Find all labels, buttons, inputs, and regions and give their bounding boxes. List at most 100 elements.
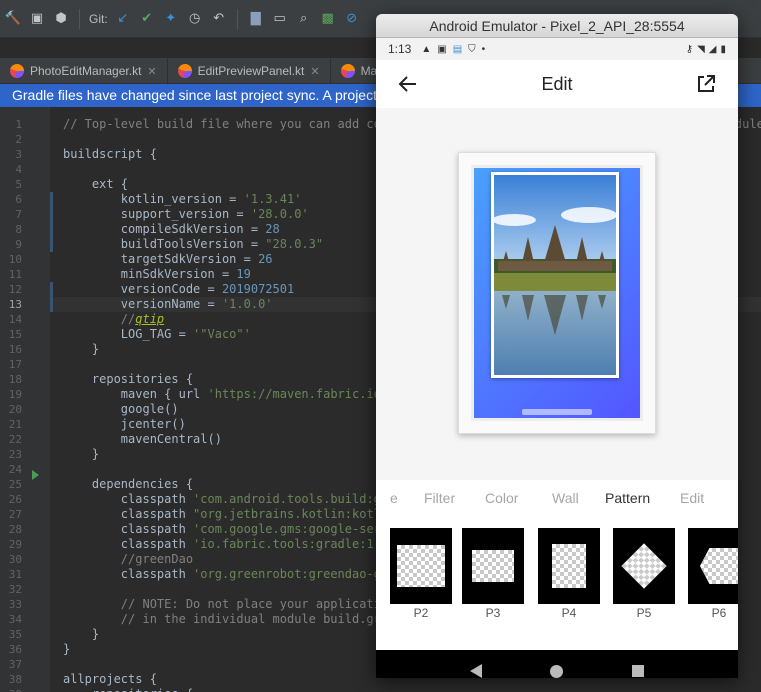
edit-tools-panel: e Filter Color Wall Pattern Edit P2 P3 P… [376,480,738,650]
battery-icon: ▮ [720,43,726,55]
back-arrow-icon[interactable] [396,72,420,96]
status-bar: 1:13 ▲ ▣ ▤ ⛉ • ⚷ ◥ ◢ ▮ [376,38,738,60]
phone-screen: 1:13 ▲ ▣ ▤ ⛉ • ⚷ ◥ ◢ ▮ Edit e Filter Col… [376,38,738,678]
line-text: ext { [63,177,129,191]
line-text: classpath "org.jetbrains.kotlin:kotli [63,507,389,521]
emulator-window: Android Emulator - Pixel_2_API_28:5554 1… [376,14,738,678]
line-number: 38 [8,673,22,686]
line-number: 31 [8,568,22,581]
vcs-change-marker [50,282,53,312]
line-number: 26 [8,493,22,506]
line-text: maven { url 'https://maven.fabric.io/ [63,387,389,401]
line-number: 19 [8,388,22,401]
pattern-thumb [613,528,675,604]
git-update-icon[interactable]: ↙ [114,10,132,28]
history-icon[interactable]: ◷ [186,10,204,28]
line-number: 15 [8,328,22,341]
hammer-icon[interactable]: 🔨 [4,10,22,28]
line-text: } [63,642,71,656]
tab-edit-preview-panel[interactable]: EditPreviewPanel.kt ✕ [168,58,331,84]
line-number: 30 [8,553,22,566]
pattern-item-p4[interactable]: P4 [538,528,600,620]
menu-item-pattern[interactable]: Pattern [605,490,650,506]
pattern-item-p5[interactable]: P5 [613,528,675,620]
run-gutter-icon[interactable] [32,470,39,480]
transparent-area [552,544,586,588]
line-number: 1 [15,118,22,131]
line-number: 4 [15,163,22,176]
revert-icon[interactable]: ↶ [210,10,228,28]
git-push-icon[interactable]: ✦ [162,10,180,28]
line-text: classpath 'io.fabric.tools:gradle:1.3 [63,537,389,551]
notification-icon: ▲ [421,43,432,55]
app-bar: Edit [376,60,738,108]
nav-back-icon[interactable] [470,664,483,678]
signal-icon: ◢ [708,43,717,55]
menu-item-edit[interactable]: Edit [680,490,704,506]
line-number: 7 [15,208,22,221]
line-text: // NOTE: Do not place your applicatio [63,597,389,611]
line-number: 25 [8,478,22,491]
line-text: LOG_TAG = '"Vaco"' [63,327,251,341]
line-number: 20 [8,403,22,416]
photo-image[interactable] [491,172,619,378]
line-text: support_version = '28.0.0' [63,207,309,221]
close-icon[interactable]: ✕ [310,65,319,78]
pattern-list: P2 P3 P4 P5 P6 [390,528,738,628]
kotlin-file-icon [340,64,355,78]
vcs-change-marker [50,192,53,252]
line-text: google() [63,402,179,416]
menu-item-color[interactable]: Color [485,490,518,506]
tab-photo-edit-manager[interactable]: PhotoEditManager.kt ✕ [0,58,168,84]
line-number: 6 [15,193,22,206]
nav-recents-icon[interactable] [631,665,644,677]
line-text: allprojects { [63,672,157,686]
pattern-item-p6[interactable]: P6 [688,528,738,620]
git-commit-icon[interactable]: ✔ [138,10,156,28]
line-number: 5 [15,178,22,191]
nav-home-icon[interactable] [550,664,564,678]
line-text: } [63,627,100,641]
key-icon: ⚷ [685,43,694,55]
toolbar-divider [79,8,80,29]
share-icon[interactable] [694,72,718,96]
line-number: 21 [8,418,22,431]
line-text: //greenDao [63,552,194,566]
search-icon[interactable]: ⌕ [295,10,313,28]
pattern-background [471,165,643,421]
line-number: 24 [8,463,22,476]
line-number: 12 [8,283,22,296]
line-number: 36 [8,643,22,656]
line-number: 17 [8,358,22,371]
dot-icon: • [481,43,486,55]
shield-icon: ⛉ [468,43,476,55]
terminal-icon[interactable]: ▭ [271,10,289,28]
screen: 🔨 ▣ ⬢ Git: ↙ ✔ ✦ ◷ ↶ ▇ ▭ ⌕ ▩ ⊘ PhotoEdit… [0,0,761,692]
stop-icon[interactable]: ⊘ [343,10,361,28]
line-text: dependencies { [63,477,194,491]
preview-canvas [376,108,738,480]
transparent-area [397,545,445,587]
menu-item-wall[interactable]: Wall [552,490,579,506]
line-number: 3 [15,148,22,161]
line-text: } [63,342,100,356]
menu-item-filter[interactable]: Filter [424,490,455,506]
pattern-label: P6 [711,606,727,620]
package-icon[interactable]: ⬢ [52,10,70,28]
pattern-item-p2[interactable]: P2 [390,528,452,620]
line-number: 14 [8,313,22,326]
watermark [522,409,592,415]
pattern-item-p3[interactable]: P3 [462,528,524,620]
line-number: 37 [8,658,22,671]
close-icon[interactable]: ✕ [147,65,156,78]
monitor-icon[interactable]: ▩ [319,10,337,28]
line-text: classpath 'com.google.gms:google-serv [63,522,389,536]
sync-icon[interactable]: ▣ [28,10,46,28]
line-number: 22 [8,433,22,446]
line-text: versionCode = 2019072501 [63,282,295,296]
folder-icon[interactable]: ▇ [247,10,265,28]
pattern-thumb [390,528,452,604]
transparent-area [621,543,667,589]
menu-item-partial[interactable]: e [390,490,398,506]
line-number: 16 [8,343,22,356]
